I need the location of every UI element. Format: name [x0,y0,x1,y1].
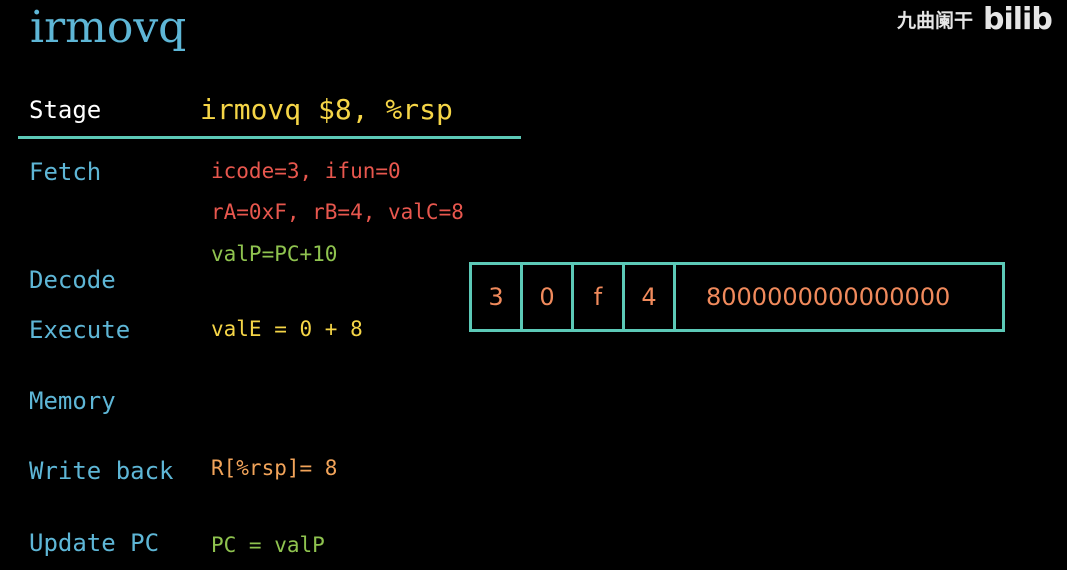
stage-decode: Decode [29,266,116,294]
fetch-detail-valp: valP=PC+10 [211,242,338,266]
stage-execute: Execute [29,316,131,344]
encoding-byte-ra: f [574,265,625,329]
bilibili-logo-icon: bilib [983,1,1053,37]
watermark: 九曲阑干 bilib [897,1,1053,37]
update-pc-detail: PC = valP [211,533,325,557]
stage-column-header: Stage [29,96,102,124]
encoding-byte-icode: 3 [472,265,523,329]
instruction-encoding-box: 3 0 f 4 8000000000000000 [469,262,1005,332]
encoding-valc: 8000000000000000 [706,283,951,311]
encoding-byte-rb: 4 [625,265,676,329]
write-back-detail: R[%rsp]= 8 [211,456,338,480]
stage-write-back: Write back [29,457,174,485]
fetch-detail-registers: rA=0xF, rB=4, valC=8 [211,200,464,224]
slide-title: irmovq [30,2,187,53]
header-divider [18,136,521,139]
stage-memory: Memory [29,387,116,415]
watermark-text: 九曲阑干 [897,9,974,32]
execute-detail: valE = 0 + 8 [211,317,363,341]
encoding-byte-ifun: 0 [523,265,574,329]
fetch-detail-icode: icode=3, ifun=0 [211,159,401,183]
stage-fetch: Fetch [29,158,102,186]
instruction-header: irmovq $8, %rsp [200,93,453,126]
stage-update-pc: Update PC [29,529,160,557]
